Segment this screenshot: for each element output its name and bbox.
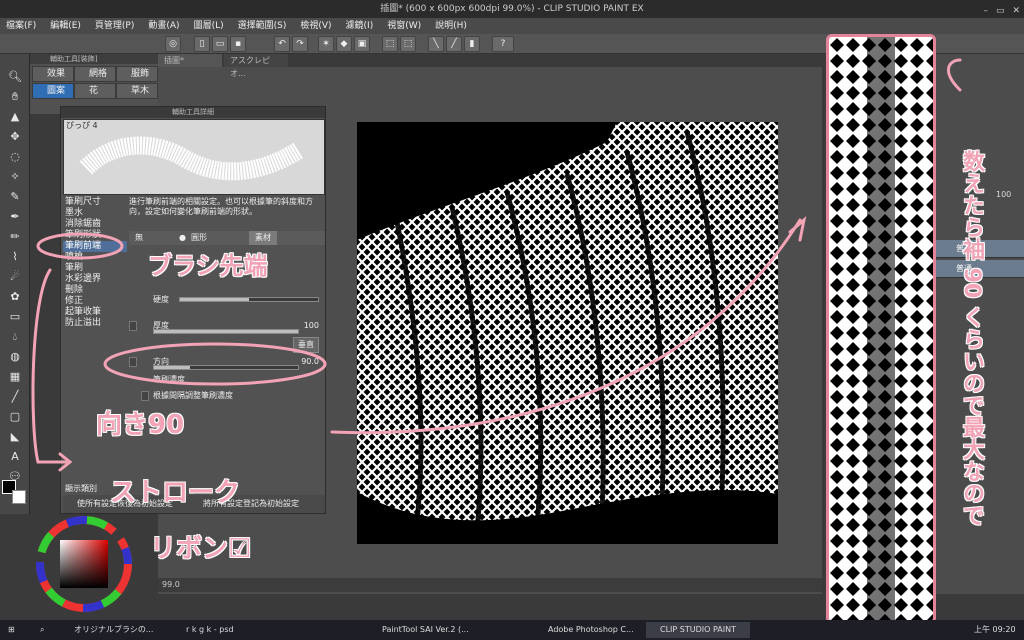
search-icon[interactable]: ⌕ [36, 622, 56, 638]
taskbar-item[interactable]: PaintTool SAI Ver.2 (... [368, 622, 472, 638]
start-icon[interactable]: ⊞ [4, 622, 28, 638]
taskbar-item-active[interactable]: CLIP STUDIO PAINT [646, 622, 750, 638]
taskbar-item[interactable]: r k g k - psd [172, 622, 276, 638]
taskbar-item[interactable]: オリジナルブラシの... [60, 622, 164, 638]
annotation-strokes [31, 58, 962, 472]
taskbar: ⊞ ⌕ オリジナルブラシの... r k g k - psd PaintTool… [0, 620, 1024, 640]
taskbar-item[interactable]: Adobe Photoshop C... [534, 622, 638, 638]
clock: 上午 09:20 [974, 625, 1016, 634]
